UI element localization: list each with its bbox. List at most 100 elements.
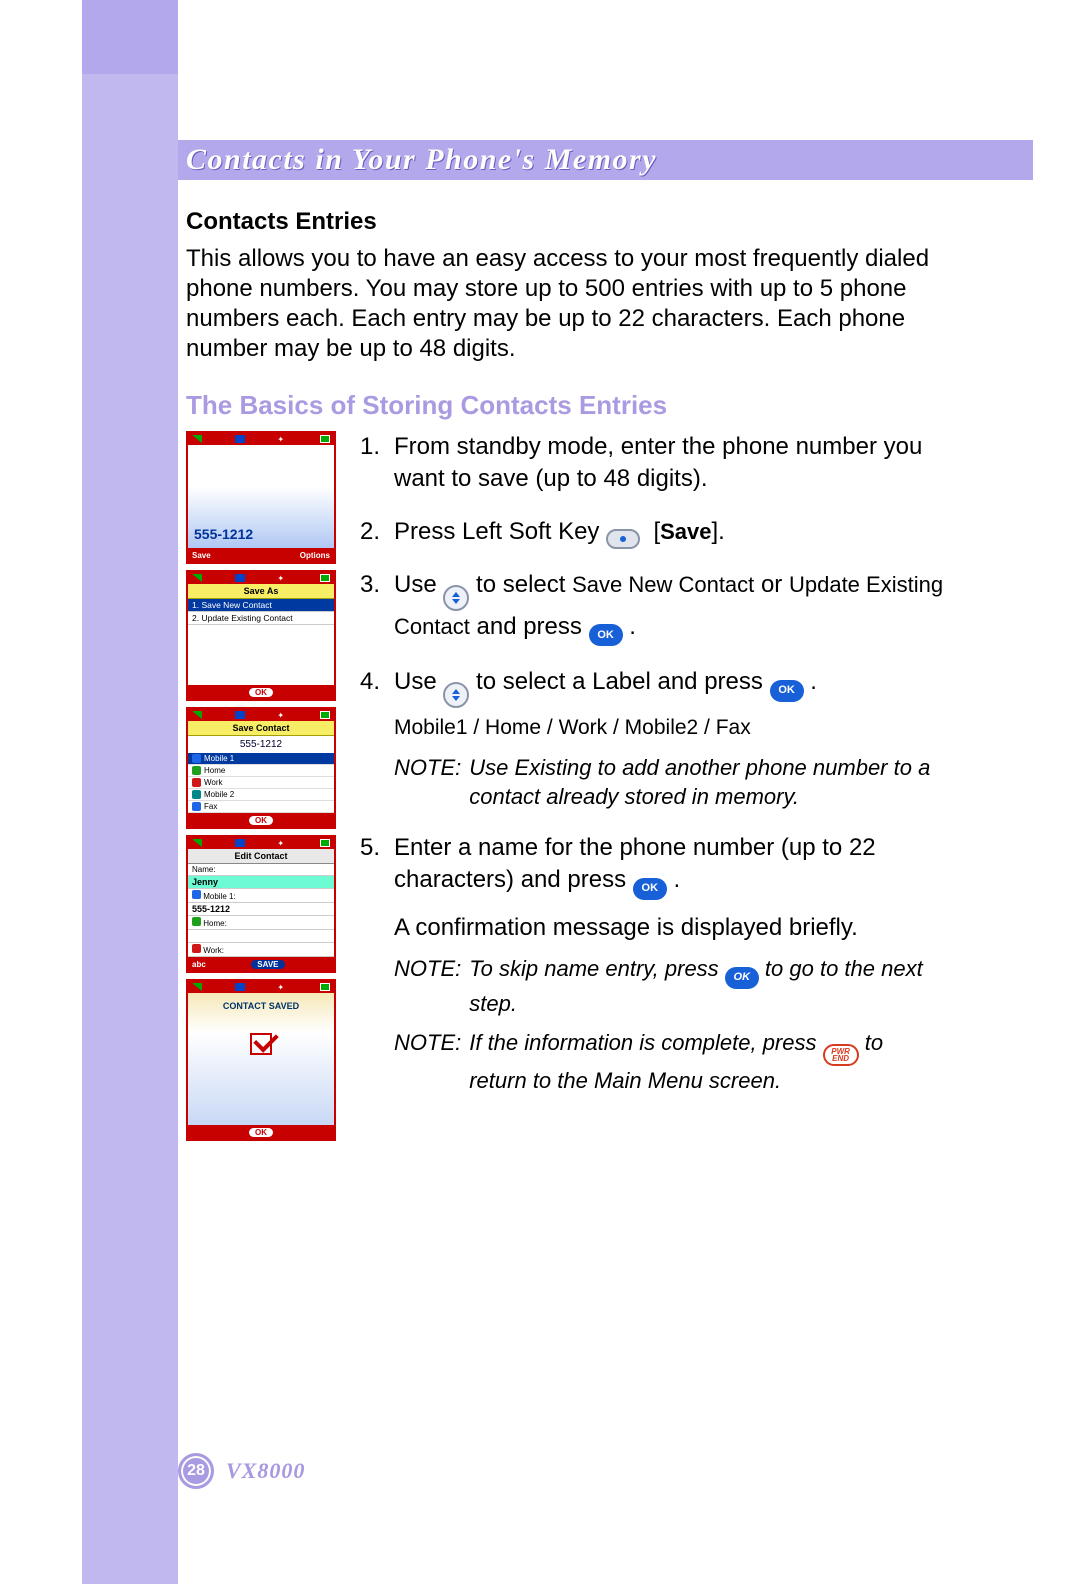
section-heading: Contacts Entries bbox=[186, 208, 946, 236]
softkey-bar: abc SAVE bbox=[188, 957, 334, 971]
text-fragment: If the information is complete, press bbox=[469, 1030, 822, 1055]
columns: ✦ 555-1212 Save Options ✦ Save As 1. Sav… bbox=[186, 431, 946, 1147]
status-bar: ✦ bbox=[188, 709, 334, 721]
left-soft-key-icon bbox=[606, 529, 640, 549]
sidebar-stripe-dark bbox=[82, 0, 178, 74]
step-number: 2. bbox=[356, 516, 380, 549]
phone-type-icon bbox=[192, 802, 201, 811]
softkey-bar: Save Options bbox=[188, 548, 334, 562]
note: NOTE: If the information is complete, pr… bbox=[394, 1028, 946, 1096]
softkey-center: SAVE bbox=[251, 960, 284, 969]
label-text: Mobile 2 bbox=[204, 790, 234, 799]
content-area: Contacts Entries This allows you to have… bbox=[186, 208, 946, 1147]
screen-title: Edit Contact bbox=[188, 849, 334, 864]
step: 5. Enter a name for the phone number (up… bbox=[356, 832, 946, 1096]
thumb-save-as: ✦ Save As 1. Save New Contact 2. Update … bbox=[186, 570, 336, 701]
step-number: 3. bbox=[356, 569, 380, 646]
step-text: Press Left Soft Key [Save]. bbox=[394, 516, 946, 549]
thumb-edit-contact: ✦ Edit Contact Name: Jenny Mobile 1: 555… bbox=[186, 835, 336, 973]
model-name: VX8000 bbox=[226, 1458, 305, 1484]
note-text: If the information is complete, press PW… bbox=[469, 1028, 946, 1096]
ok-key-icon: OK bbox=[770, 680, 804, 702]
end-key-icon: PWREND bbox=[823, 1044, 859, 1066]
field-value: 555-1212 bbox=[188, 903, 334, 916]
softkey-ok: OK bbox=[249, 816, 273, 825]
checkmark-icon bbox=[250, 1033, 272, 1055]
save-as-screen: Save As 1. Save New Contact 2. Update Ex… bbox=[188, 584, 334, 685]
save-contact-screen: Save Contact 555-1212 Mobile 1 Home Work… bbox=[188, 721, 334, 813]
softkey-right: Options bbox=[300, 551, 330, 560]
note-text: To skip name entry, press OK to go to th… bbox=[469, 954, 946, 1018]
sidebar-stripe bbox=[82, 0, 178, 1584]
step-text: Enter a name for the phone number (up to… bbox=[394, 832, 946, 1096]
step: 2. Press Left Soft Key [Save]. bbox=[356, 516, 946, 549]
saved-screen: CONTACT SAVED bbox=[188, 993, 334, 1125]
step: 4. Use to select a Label and press OK . … bbox=[356, 666, 946, 812]
label-text: Mobile 1: bbox=[203, 892, 235, 901]
field-value bbox=[188, 930, 334, 943]
step-number: 4. bbox=[356, 666, 380, 812]
key-text: END bbox=[832, 1055, 849, 1062]
label-text: Work: bbox=[203, 946, 224, 955]
status-bar: ✦ bbox=[188, 837, 334, 849]
label-text: Mobile 1 bbox=[204, 754, 234, 763]
step: 3. Use to select Save New Contact or Upd… bbox=[356, 569, 946, 646]
softkey-bar: OK bbox=[188, 813, 334, 827]
field-label: Home: bbox=[188, 916, 334, 930]
text-fragment: and press bbox=[477, 613, 589, 640]
note-label: NOTE: bbox=[394, 1028, 461, 1096]
softkey-left: Save bbox=[192, 551, 211, 560]
label-text: Home: bbox=[203, 919, 227, 928]
edit-contact-screen: Edit Contact Name: Jenny Mobile 1: 555-1… bbox=[188, 849, 334, 957]
nav-key-icon bbox=[443, 585, 469, 611]
screen-title: Save Contact bbox=[188, 721, 334, 736]
text-fragment: Use bbox=[394, 571, 443, 598]
softkey-left: abc bbox=[192, 960, 206, 969]
subsection-heading: The Basics of Storing Contacts Entries bbox=[186, 390, 946, 421]
confirmation-text: A confirmation message is displayed brie… bbox=[394, 912, 946, 944]
note-label: NOTE: bbox=[394, 753, 461, 812]
thumb-save-contact: ✦ Save Contact 555-1212 Mobile 1 Home Wo… bbox=[186, 707, 336, 829]
text-fragment: To skip name entry, press bbox=[469, 956, 725, 981]
phone-type-icon bbox=[192, 754, 201, 763]
phone-type-icon bbox=[192, 944, 201, 953]
ok-key-icon: OK bbox=[725, 967, 759, 989]
screen-title: Save As bbox=[188, 584, 334, 599]
nav-key-icon bbox=[443, 682, 469, 708]
note-text: Use Existing to add another phone number… bbox=[469, 753, 946, 812]
text-fragment: Use bbox=[394, 668, 443, 695]
dial-screen: 555-1212 bbox=[188, 445, 334, 548]
step: 1. From standby mode, enter the phone nu… bbox=[356, 431, 946, 496]
phone-type-icon bbox=[192, 917, 201, 926]
phone-thumbnails: ✦ 555-1212 Save Options ✦ Save As 1. Sav… bbox=[186, 431, 336, 1147]
menu-item: 1. Save New Contact bbox=[188, 599, 334, 612]
softkey-ok: OK bbox=[249, 1128, 273, 1137]
contact-number: 555-1212 bbox=[188, 736, 334, 753]
label-row: Fax bbox=[188, 801, 334, 813]
step-text: Use to select Save New Contact or Update… bbox=[394, 569, 946, 646]
label-text: Fax bbox=[204, 802, 217, 811]
phone-type-icon bbox=[192, 766, 201, 775]
softkey-bar: OK bbox=[188, 1125, 334, 1139]
field-value: Jenny bbox=[188, 876, 334, 889]
note-label: NOTE: bbox=[394, 954, 461, 1018]
softkey-ok: OK bbox=[249, 688, 273, 697]
status-bar: ✦ bbox=[188, 433, 334, 445]
step-number: 1. bbox=[356, 431, 380, 496]
step-number: 5. bbox=[356, 832, 380, 1096]
label-text: Home bbox=[204, 766, 225, 775]
section-body: This allows you to have an easy access t… bbox=[186, 244, 946, 364]
step-text: Use to select a Label and press OK . Mob… bbox=[394, 666, 946, 812]
thumb-dial: ✦ 555-1212 Save Options bbox=[186, 431, 336, 564]
phone-type-icon bbox=[192, 890, 201, 899]
dialed-number: 555-1212 bbox=[194, 526, 253, 542]
field-label: Work: bbox=[188, 943, 334, 957]
ok-key-icon: OK bbox=[589, 624, 623, 646]
status-bar: ✦ bbox=[188, 981, 334, 993]
label-text: Work bbox=[204, 778, 223, 787]
phone-type-icon bbox=[192, 778, 201, 787]
label-list: Mobile1 / Home / Work / Mobile2 / Fax bbox=[394, 714, 946, 742]
note: NOTE: To skip name entry, press OK to go… bbox=[394, 954, 946, 1018]
status-bar: ✦ bbox=[188, 572, 334, 584]
thumb-contact-saved: ✦ CONTACT SAVED OK bbox=[186, 979, 336, 1141]
